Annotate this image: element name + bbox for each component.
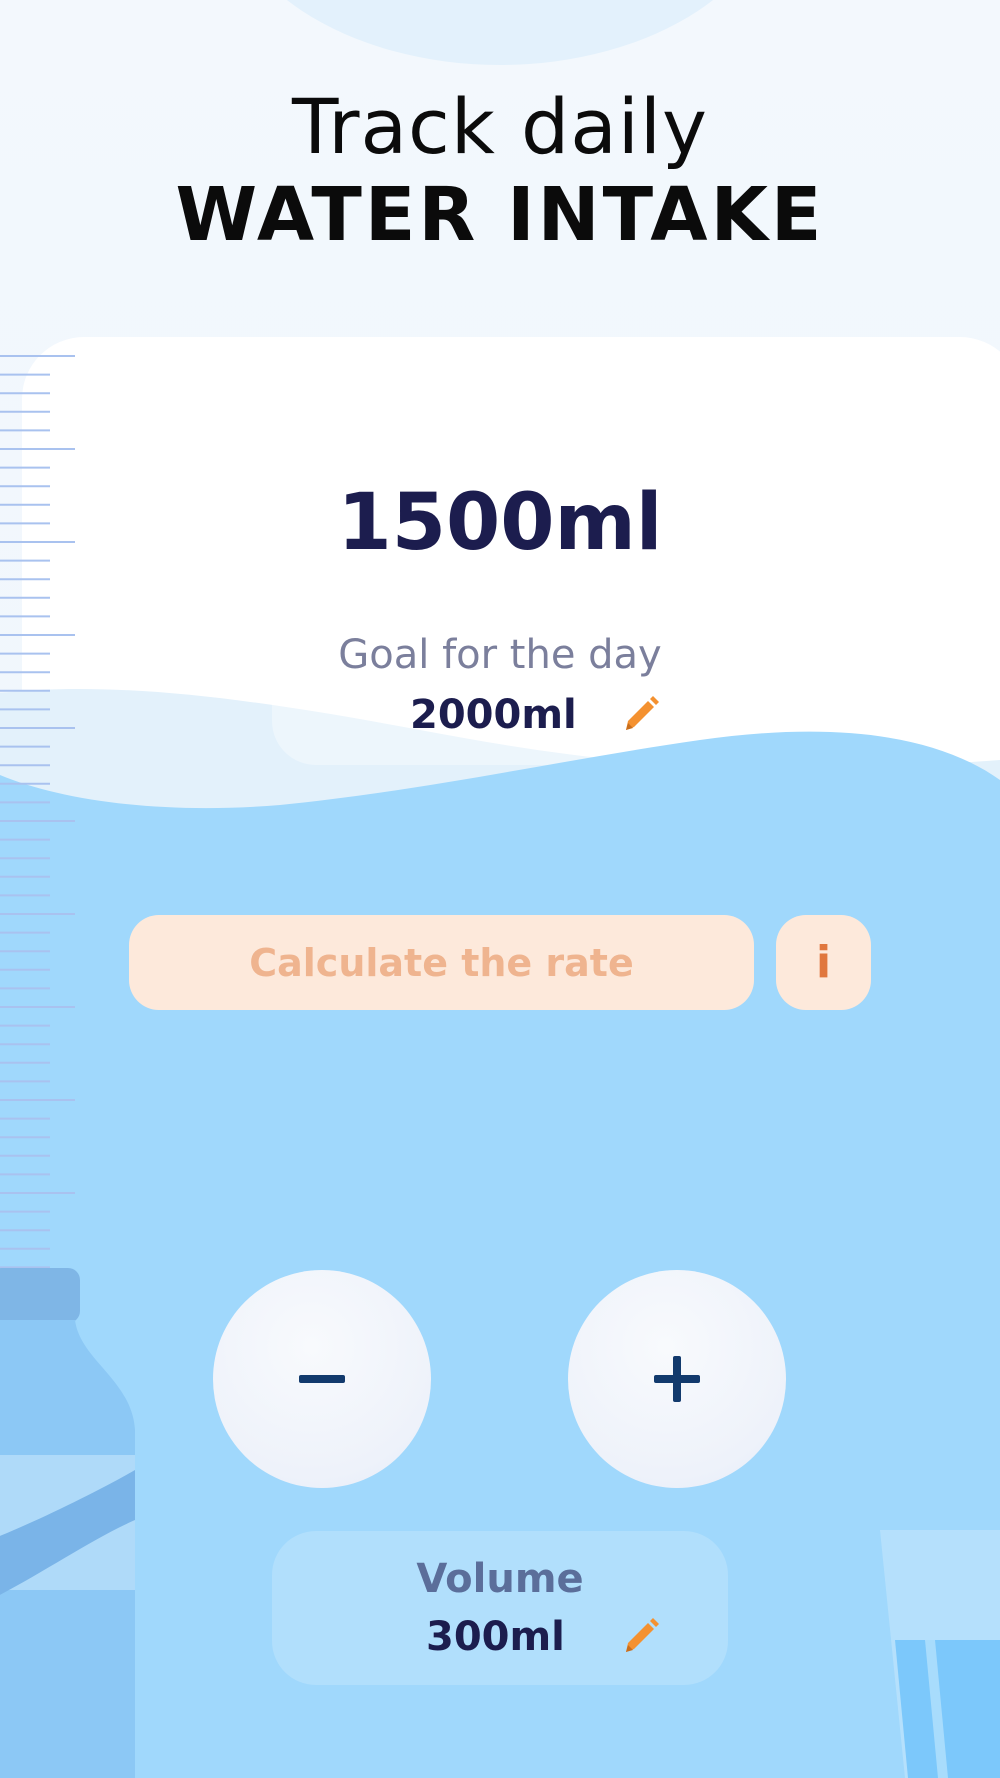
background-illustration bbox=[0, 0, 1000, 1778]
goal-label: Goal for the day bbox=[338, 632, 662, 678]
current-intake-value: 1500ml bbox=[337, 478, 663, 568]
calculate-rate-button[interactable]: Calculate the rate bbox=[129, 915, 754, 1010]
minus-icon bbox=[299, 1375, 345, 1383]
top-blob bbox=[286, 0, 714, 65]
title-line-1: Track daily bbox=[291, 82, 709, 171]
decrease-button[interactable] bbox=[213, 1270, 431, 1488]
volume-card[interactable] bbox=[272, 1531, 728, 1685]
info-button[interactable]: i bbox=[776, 915, 871, 1010]
edit-volume-pencil-icon[interactable] bbox=[620, 1616, 660, 1656]
plus-icon bbox=[654, 1356, 700, 1402]
volume-label: Volume bbox=[416, 1556, 584, 1602]
edit-goal-pencil-icon[interactable] bbox=[620, 694, 660, 734]
increase-button[interactable] bbox=[568, 1270, 786, 1488]
volume-value: 300ml bbox=[426, 1614, 565, 1660]
title-line-2: WATER INTAKE bbox=[175, 172, 825, 258]
goal-value: 2000ml bbox=[410, 692, 577, 738]
